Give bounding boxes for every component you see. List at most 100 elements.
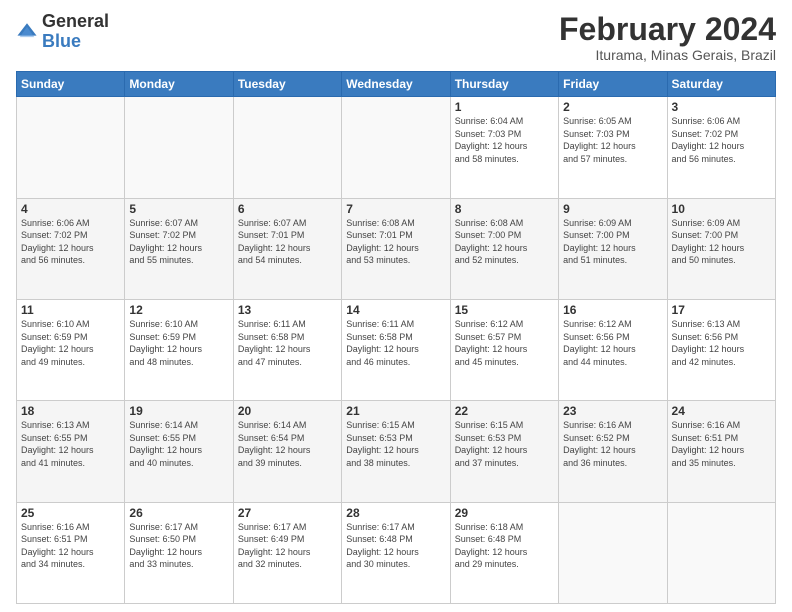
day-info: Sunrise: 6:08 AM Sunset: 7:00 PM Dayligh… <box>455 217 554 267</box>
day-info: Sunrise: 6:17 AM Sunset: 6:50 PM Dayligh… <box>129 521 228 571</box>
location: Iturama, Minas Gerais, Brazil <box>559 47 776 63</box>
calendar-cell: 16Sunrise: 6:12 AM Sunset: 6:56 PM Dayli… <box>559 299 667 400</box>
day-number: 10 <box>672 202 771 216</box>
day-number: 11 <box>21 303 120 317</box>
calendar-cell: 19Sunrise: 6:14 AM Sunset: 6:55 PM Dayli… <box>125 401 233 502</box>
logo-text: General Blue <box>42 12 109 52</box>
day-of-week-header: Thursday <box>450 72 558 97</box>
day-number: 26 <box>129 506 228 520</box>
calendar-cell: 15Sunrise: 6:12 AM Sunset: 6:57 PM Dayli… <box>450 299 558 400</box>
day-info: Sunrise: 6:15 AM Sunset: 6:53 PM Dayligh… <box>346 419 445 469</box>
day-number: 6 <box>238 202 337 216</box>
calendar-body: 1Sunrise: 6:04 AM Sunset: 7:03 PM Daylig… <box>17 97 776 604</box>
calendar-week-row: 1Sunrise: 6:04 AM Sunset: 7:03 PM Daylig… <box>17 97 776 198</box>
day-number: 8 <box>455 202 554 216</box>
day-number: 25 <box>21 506 120 520</box>
calendar-cell: 13Sunrise: 6:11 AM Sunset: 6:58 PM Dayli… <box>233 299 341 400</box>
title-block: February 2024 Iturama, Minas Gerais, Bra… <box>559 12 776 63</box>
day-of-week-header: Sunday <box>17 72 125 97</box>
logo: General Blue <box>16 12 109 52</box>
day-of-week-header: Friday <box>559 72 667 97</box>
calendar-cell: 11Sunrise: 6:10 AM Sunset: 6:59 PM Dayli… <box>17 299 125 400</box>
day-info: Sunrise: 6:09 AM Sunset: 7:00 PM Dayligh… <box>563 217 662 267</box>
day-number: 23 <box>563 404 662 418</box>
day-info: Sunrise: 6:18 AM Sunset: 6:48 PM Dayligh… <box>455 521 554 571</box>
day-info: Sunrise: 6:09 AM Sunset: 7:00 PM Dayligh… <box>672 217 771 267</box>
day-number: 2 <box>563 100 662 114</box>
day-of-week-header: Saturday <box>667 72 775 97</box>
day-info: Sunrise: 6:17 AM Sunset: 6:48 PM Dayligh… <box>346 521 445 571</box>
calendar-cell: 14Sunrise: 6:11 AM Sunset: 6:58 PM Dayli… <box>342 299 450 400</box>
logo-general-text: General <box>42 11 109 31</box>
calendar-cell: 5Sunrise: 6:07 AM Sunset: 7:02 PM Daylig… <box>125 198 233 299</box>
day-info: Sunrise: 6:08 AM Sunset: 7:01 PM Dayligh… <box>346 217 445 267</box>
day-info: Sunrise: 6:06 AM Sunset: 7:02 PM Dayligh… <box>672 115 771 165</box>
day-number: 7 <box>346 202 445 216</box>
day-info: Sunrise: 6:16 AM Sunset: 6:51 PM Dayligh… <box>672 419 771 469</box>
day-info: Sunrise: 6:06 AM Sunset: 7:02 PM Dayligh… <box>21 217 120 267</box>
calendar-cell: 1Sunrise: 6:04 AM Sunset: 7:03 PM Daylig… <box>450 97 558 198</box>
calendar-cell: 7Sunrise: 6:08 AM Sunset: 7:01 PM Daylig… <box>342 198 450 299</box>
day-info: Sunrise: 6:04 AM Sunset: 7:03 PM Dayligh… <box>455 115 554 165</box>
logo-blue-text: Blue <box>42 31 81 51</box>
day-number: 4 <box>21 202 120 216</box>
day-number: 21 <box>346 404 445 418</box>
calendar-cell: 28Sunrise: 6:17 AM Sunset: 6:48 PM Dayli… <box>342 502 450 603</box>
month-title: February 2024 <box>559 12 776 47</box>
day-info: Sunrise: 6:13 AM Sunset: 6:56 PM Dayligh… <box>672 318 771 368</box>
calendar-cell <box>17 97 125 198</box>
calendar-cell: 21Sunrise: 6:15 AM Sunset: 6:53 PM Dayli… <box>342 401 450 502</box>
days-of-week-row: SundayMondayTuesdayWednesdayThursdayFrid… <box>17 72 776 97</box>
day-number: 12 <box>129 303 228 317</box>
day-number: 29 <box>455 506 554 520</box>
day-number: 15 <box>455 303 554 317</box>
header: General Blue February 2024 Iturama, Mina… <box>16 12 776 63</box>
calendar-cell: 27Sunrise: 6:17 AM Sunset: 6:49 PM Dayli… <box>233 502 341 603</box>
calendar-cell <box>233 97 341 198</box>
calendar-cell: 6Sunrise: 6:07 AM Sunset: 7:01 PM Daylig… <box>233 198 341 299</box>
day-info: Sunrise: 6:10 AM Sunset: 6:59 PM Dayligh… <box>21 318 120 368</box>
day-of-week-header: Tuesday <box>233 72 341 97</box>
day-info: Sunrise: 6:16 AM Sunset: 6:51 PM Dayligh… <box>21 521 120 571</box>
calendar-cell: 29Sunrise: 6:18 AM Sunset: 6:48 PM Dayli… <box>450 502 558 603</box>
day-number: 13 <box>238 303 337 317</box>
calendar-week-row: 18Sunrise: 6:13 AM Sunset: 6:55 PM Dayli… <box>17 401 776 502</box>
day-number: 5 <box>129 202 228 216</box>
day-of-week-header: Monday <box>125 72 233 97</box>
day-number: 19 <box>129 404 228 418</box>
calendar-cell: 25Sunrise: 6:16 AM Sunset: 6:51 PM Dayli… <box>17 502 125 603</box>
day-number: 22 <box>455 404 554 418</box>
day-info: Sunrise: 6:07 AM Sunset: 7:02 PM Dayligh… <box>129 217 228 267</box>
day-info: Sunrise: 6:11 AM Sunset: 6:58 PM Dayligh… <box>238 318 337 368</box>
calendar-week-row: 11Sunrise: 6:10 AM Sunset: 6:59 PM Dayli… <box>17 299 776 400</box>
day-of-week-header: Wednesday <box>342 72 450 97</box>
calendar-cell: 18Sunrise: 6:13 AM Sunset: 6:55 PM Dayli… <box>17 401 125 502</box>
calendar-cell: 22Sunrise: 6:15 AM Sunset: 6:53 PM Dayli… <box>450 401 558 502</box>
day-info: Sunrise: 6:11 AM Sunset: 6:58 PM Dayligh… <box>346 318 445 368</box>
calendar-cell: 3Sunrise: 6:06 AM Sunset: 7:02 PM Daylig… <box>667 97 775 198</box>
calendar-cell <box>125 97 233 198</box>
calendar-week-row: 4Sunrise: 6:06 AM Sunset: 7:02 PM Daylig… <box>17 198 776 299</box>
day-info: Sunrise: 6:14 AM Sunset: 6:55 PM Dayligh… <box>129 419 228 469</box>
calendar-cell: 26Sunrise: 6:17 AM Sunset: 6:50 PM Dayli… <box>125 502 233 603</box>
day-number: 17 <box>672 303 771 317</box>
day-number: 28 <box>346 506 445 520</box>
day-info: Sunrise: 6:16 AM Sunset: 6:52 PM Dayligh… <box>563 419 662 469</box>
day-number: 24 <box>672 404 771 418</box>
day-number: 27 <box>238 506 337 520</box>
calendar-cell: 24Sunrise: 6:16 AM Sunset: 6:51 PM Dayli… <box>667 401 775 502</box>
calendar-cell: 8Sunrise: 6:08 AM Sunset: 7:00 PM Daylig… <box>450 198 558 299</box>
day-number: 18 <box>21 404 120 418</box>
calendar-cell: 4Sunrise: 6:06 AM Sunset: 7:02 PM Daylig… <box>17 198 125 299</box>
page: General Blue February 2024 Iturama, Mina… <box>0 0 792 612</box>
day-info: Sunrise: 6:17 AM Sunset: 6:49 PM Dayligh… <box>238 521 337 571</box>
calendar-cell: 17Sunrise: 6:13 AM Sunset: 6:56 PM Dayli… <box>667 299 775 400</box>
day-info: Sunrise: 6:14 AM Sunset: 6:54 PM Dayligh… <box>238 419 337 469</box>
calendar-cell: 23Sunrise: 6:16 AM Sunset: 6:52 PM Dayli… <box>559 401 667 502</box>
calendar-week-row: 25Sunrise: 6:16 AM Sunset: 6:51 PM Dayli… <box>17 502 776 603</box>
day-info: Sunrise: 6:07 AM Sunset: 7:01 PM Dayligh… <box>238 217 337 267</box>
calendar-cell: 2Sunrise: 6:05 AM Sunset: 7:03 PM Daylig… <box>559 97 667 198</box>
day-number: 16 <box>563 303 662 317</box>
calendar-cell <box>342 97 450 198</box>
day-info: Sunrise: 6:15 AM Sunset: 6:53 PM Dayligh… <box>455 419 554 469</box>
